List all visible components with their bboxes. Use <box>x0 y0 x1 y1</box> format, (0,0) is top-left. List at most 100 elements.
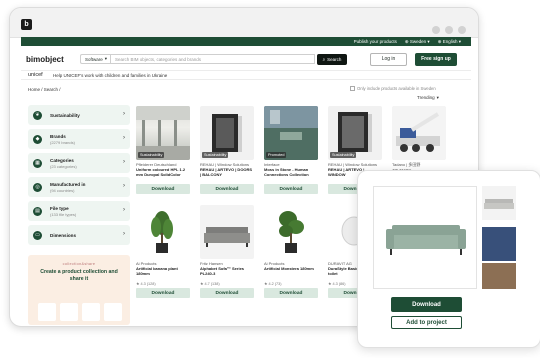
breadcrumb[interactable]: Home / Search / <box>28 87 61 92</box>
window-dot[interactable] <box>432 26 440 34</box>
product-image[interactable]: Promoted <box>264 106 318 160</box>
login-button[interactable]: Log in <box>370 52 407 66</box>
product-rating: ★ 4.2 (73) <box>264 282 282 286</box>
sort-label: Trending <box>417 95 435 100</box>
chevron-right-icon: › <box>123 183 125 189</box>
monstera-icon <box>279 211 304 253</box>
brand-icon: ◆ <box>33 134 42 144</box>
product-image[interactable] <box>136 205 190 259</box>
crane-icon <box>396 112 440 152</box>
sofa-icon <box>386 225 466 255</box>
chevron-down-icon: ▾ <box>104 56 108 61</box>
product-card[interactable]: Promoted Interface Moss in Stone - Human… <box>264 106 318 194</box>
download-button[interactable]: Download <box>391 297 462 312</box>
availability-label: Only include products available in Swede… <box>357 86 436 91</box>
filter-sidebar: ❦ Sustainability › ◆ Brands (2279 brands)… <box>28 105 130 249</box>
browser-chrome <box>10 8 478 38</box>
file-icon: ▤ <box>33 206 42 216</box>
checkbox-icon[interactable] <box>350 86 355 91</box>
chevron-down-icon: ▾ <box>436 95 439 100</box>
filter-label: Sustainability <box>50 112 80 118</box>
filter-label: Categories <box>50 157 74 163</box>
search-button[interactable]: ⌕ Search <box>317 53 347 65</box>
search-icon: ⌕ <box>322 56 326 62</box>
unicef-text: Help UNICEF’s work with children and fam… <box>53 72 168 78</box>
product-image[interactable]: Sustainability <box>328 106 382 160</box>
window-dot[interactable] <box>445 26 453 34</box>
download-button[interactable]: Download <box>200 184 254 194</box>
promo-image <box>38 303 56 321</box>
product-name[interactable]: Uniform coloured HPL 1.2 mm Duropal Soli… <box>136 167 190 182</box>
unicef-banner[interactable]: unicef Help UNICEF’s work with children … <box>21 70 471 80</box>
preview-thumbnail[interactable] <box>482 263 516 289</box>
filter-label: Brands <box>50 133 66 139</box>
category-icon: ▦ <box>33 158 42 168</box>
filter-dimensions[interactable]: ▭ Dimensions › <box>28 225 130 245</box>
leaf-icon: ❦ <box>33 110 42 120</box>
category-dropdown[interactable]: Software ▾ <box>80 54 110 64</box>
window-controls <box>432 26 466 34</box>
download-button[interactable]: Download <box>136 184 190 194</box>
product-name[interactable]: Artificial Monstera 180mm <box>264 266 318 281</box>
product-card[interactable]: Ai Products Artificial Monstera 180mm ★ … <box>264 205 318 298</box>
product-card[interactable]: Sustainability Pfleiderer Deutschland Un… <box>136 106 190 194</box>
language-selector[interactable]: ⊕ English ▾ <box>438 39 461 45</box>
collection-promo[interactable]: collection&share Create a product collec… <box>28 255 130 325</box>
sort-dropdown[interactable]: Trending ▾ <box>417 95 439 101</box>
product-image[interactable] <box>392 106 446 160</box>
product-rating: ★ 4.3 (128) <box>136 282 156 286</box>
window-dot[interactable] <box>458 26 466 34</box>
filter-count: (2279 brands) <box>50 139 75 145</box>
promo-text: Create a product collection and share it <box>40 269 118 282</box>
sofa-icon <box>204 227 250 247</box>
product-badge: Sustainability <box>202 152 229 158</box>
signup-button[interactable]: Free sign up <box>415 52 457 66</box>
filter-sustainability[interactable]: ❦ Sustainability › <box>28 105 130 125</box>
search-input[interactable]: Search BIM objects, categories and brand… <box>110 54 315 64</box>
promo-image <box>60 303 78 321</box>
chevron-right-icon: › <box>123 231 125 237</box>
top-utility-bar: Publish your products ⊕ Sweden ▾ ⊕ Engli… <box>21 37 471 46</box>
ruler-icon: ▭ <box>33 230 42 240</box>
product-name[interactable]: REHAU | ARTEVO | DOORS | BALCONY <box>200 167 254 182</box>
chevron-right-icon: › <box>123 111 125 117</box>
download-button[interactable]: Download <box>200 288 254 298</box>
download-button[interactable]: Download <box>264 288 318 298</box>
publish-link[interactable]: Publish your products <box>354 39 397 44</box>
unicef-logo: unicef <box>28 72 43 78</box>
plant-icon <box>151 211 173 253</box>
filter-count: (23 categories) <box>50 163 77 169</box>
product-card[interactable]: Ai Products Artificial banana plant 180m… <box>136 205 190 298</box>
search-button-label: Search <box>327 56 342 62</box>
product-badge: Promoted <box>266 152 287 158</box>
product-badge: Sustainability <box>330 152 357 158</box>
product-image[interactable] <box>264 205 318 259</box>
filter-brands[interactable]: ◆ Brands (2279 brands) › <box>28 129 130 149</box>
filter-file-type[interactable]: ▤ File type (133 file types) › <box>28 201 130 221</box>
filter-manufactured-in[interactable]: ◎ Manufactured in (94 countries) › <box>28 177 130 197</box>
category-value: Software <box>85 56 103 62</box>
product-card[interactable]: Sustainability REHAU | Window Solutions … <box>200 106 254 194</box>
product-name[interactable]: Alphabet Sofa™ Series PL240-3 <box>200 266 254 281</box>
product-image[interactable] <box>200 205 254 259</box>
product-rating: ★ 4.7 (138) <box>200 282 220 286</box>
availability-checkbox[interactable]: Only include products available in Swede… <box>350 86 436 91</box>
preview-thumbnail[interactable] <box>482 186 516 220</box>
filter-label: Manufactured in <box>50 181 86 187</box>
product-preview-image[interactable] <box>373 186 477 289</box>
promo-image <box>104 303 122 321</box>
promo-kicker: collection&share <box>62 262 96 266</box>
add-to-project-button[interactable]: Add to project <box>391 316 462 329</box>
product-card[interactable]: Fritz Hansen Alphabet Sofa™ Series PL240… <box>200 205 254 298</box>
product-name[interactable]: Moss in Stone - Human Connections Collec… <box>264 167 318 182</box>
preview-thumbnail[interactable] <box>482 227 516 261</box>
product-image[interactable]: Sustainability <box>200 106 254 160</box>
country-selector[interactable]: ⊕ Sweden ▾ <box>405 39 430 45</box>
product-image[interactable]: Sustainability <box>136 106 190 160</box>
product-name[interactable]: Artificial banana plant 180mm <box>136 266 190 281</box>
filter-categories[interactable]: ▦ Categories (23 categories) › <box>28 153 130 173</box>
bimobject-logo[interactable]: bimobject <box>26 55 76 64</box>
chevron-right-icon: › <box>123 135 125 141</box>
download-button[interactable]: Download <box>136 288 190 298</box>
download-button[interactable]: Download <box>264 184 318 194</box>
